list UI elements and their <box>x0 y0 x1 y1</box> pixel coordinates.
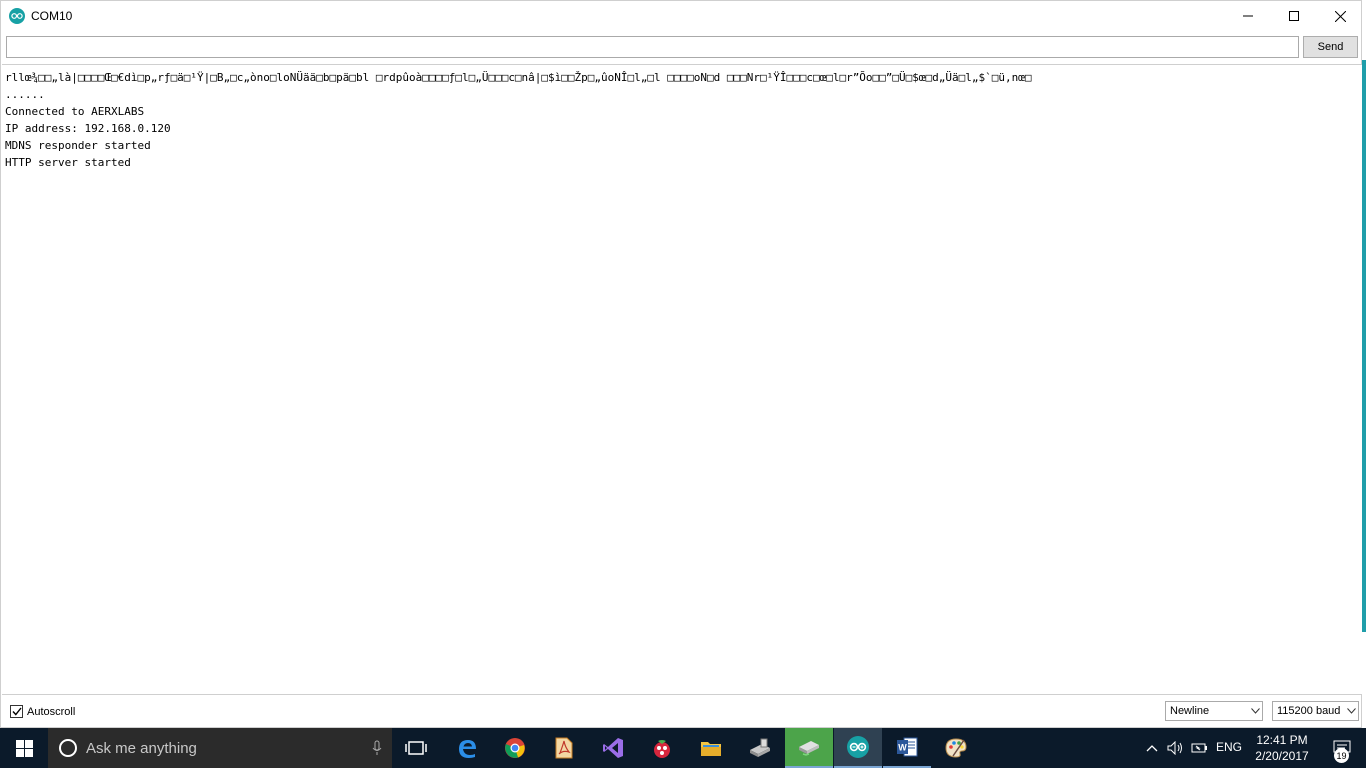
taskbar-word[interactable]: W <box>883 728 931 768</box>
background-window-edge <box>1362 60 1366 632</box>
minimize-icon <box>1243 15 1253 17</box>
folder-icon <box>701 742 721 756</box>
line-ending-select[interactable]: Newline <box>1165 701 1263 721</box>
show-hidden-icons-button[interactable] <box>1140 728 1164 768</box>
maximize-icon <box>1289 11 1299 21</box>
autoscroll-label: Autoscroll <box>27 705 76 718</box>
power-button[interactable] <box>1188 728 1212 768</box>
arduino-icon <box>9 8 25 24</box>
line-ending-value: Newline <box>1170 705 1210 717</box>
serial-monitor-window: COM10 Send rllœ¾□□„là|□□□□Œ□€dì□p„rƒ□ä□¹… <box>0 0 1362 728</box>
cortana-icon <box>59 739 77 757</box>
baud-rate-value: 115200 baud <box>1277 705 1341 717</box>
clock[interactable]: 12:41 PM 2/20/2017 <box>1252 732 1312 764</box>
baud-rate-select[interactable]: 115200 baud <box>1272 701 1359 721</box>
windows-logo-icon <box>15 739 33 757</box>
taskbar-green-app[interactable] <box>785 728 833 768</box>
task-view-button[interactable] <box>392 728 440 768</box>
server-icon <box>750 738 770 757</box>
taskbar-visual-studio[interactable] <box>589 728 637 768</box>
battery-plug-icon <box>1191 743 1207 753</box>
search-placeholder: Ask me anything <box>86 739 197 757</box>
task-view-icon <box>405 741 427 755</box>
volume-button[interactable] <box>1164 728 1188 768</box>
taskbar-chrome[interactable] <box>491 728 539 768</box>
chevron-down-icon <box>1344 708 1358 714</box>
output-line: HTTP server started <box>5 156 131 169</box>
clock-date: 2/20/2017 <box>1255 749 1309 763</box>
close-button[interactable] <box>1317 1 1363 31</box>
taskbar-file-explorer[interactable] <box>687 728 735 768</box>
taskbar: Ask me anything W ENG 12:41 PM 2/20/2017… <box>0 728 1366 768</box>
taskbar-arduino[interactable] <box>834 728 882 768</box>
autoscroll-toggle[interactable]: Autoscroll <box>10 705 75 718</box>
output-line: IP address: 192.168.0.120 <box>5 122 171 135</box>
close-icon <box>1334 10 1346 22</box>
start-button[interactable] <box>0 728 48 768</box>
svg-text:W: W <box>898 743 907 753</box>
chrome-icon <box>505 738 525 758</box>
taskbar-network-app[interactable] <box>736 728 784 768</box>
output-line: ...... <box>5 88 45 101</box>
raspberry-icon <box>654 740 670 758</box>
checkmark-icon <box>11 707 22 716</box>
word-icon: W <box>897 737 918 757</box>
taskbar-search-box[interactable]: Ask me anything <box>48 728 392 768</box>
chevron-up-icon <box>1146 745 1158 752</box>
output-line: Connected to AERXLABS <box>5 105 145 118</box>
notification-count-badge: 19 <box>1334 748 1349 763</box>
send-row: Send <box>1 33 1361 61</box>
taskbar-pdf-app[interactable] <box>540 728 588 768</box>
bottom-bar: Autoscroll Newline 115200 baud <box>1 697 1361 727</box>
language-indicator[interactable]: ENG <box>1216 740 1242 754</box>
autoscroll-checkbox[interactable] <box>10 705 23 718</box>
clock-time: 12:41 PM <box>1256 733 1308 747</box>
speaker-icon <box>1167 741 1182 755</box>
taskbar-edge[interactable] <box>443 728 491 768</box>
title-bar[interactable]: COM10 <box>1 1 1361 31</box>
edge-icon <box>459 740 476 758</box>
arduino-icon <box>847 736 869 758</box>
scanner-icon <box>799 741 819 756</box>
maximize-button[interactable] <box>1271 1 1317 31</box>
taskbar-paint[interactable] <box>932 728 980 768</box>
visual-studio-icon <box>603 738 623 758</box>
pdf-document-icon <box>555 737 573 759</box>
serial-send-input[interactable] <box>6 36 1299 58</box>
chevron-down-icon <box>1248 708 1262 714</box>
send-button[interactable]: Send <box>1303 36 1358 58</box>
window-title: COM10 <box>31 9 73 23</box>
minimize-button[interactable] <box>1225 1 1271 31</box>
microphone-icon[interactable] <box>362 740 392 756</box>
taskbar-raspberry-app[interactable] <box>638 728 686 768</box>
paint-palette-icon <box>945 738 967 758</box>
output-line: rllœ¾□□„là|□□□□Œ□€dì□p„rƒ□ä□¹Ÿ|□B„□c„òno… <box>5 71 1032 84</box>
serial-output[interactable]: rllœ¾□□„là|□□□□Œ□€dì□p„rƒ□ä□¹Ÿ|□B„□c„òno… <box>2 64 1362 695</box>
output-line: MDNS responder started <box>5 139 151 152</box>
